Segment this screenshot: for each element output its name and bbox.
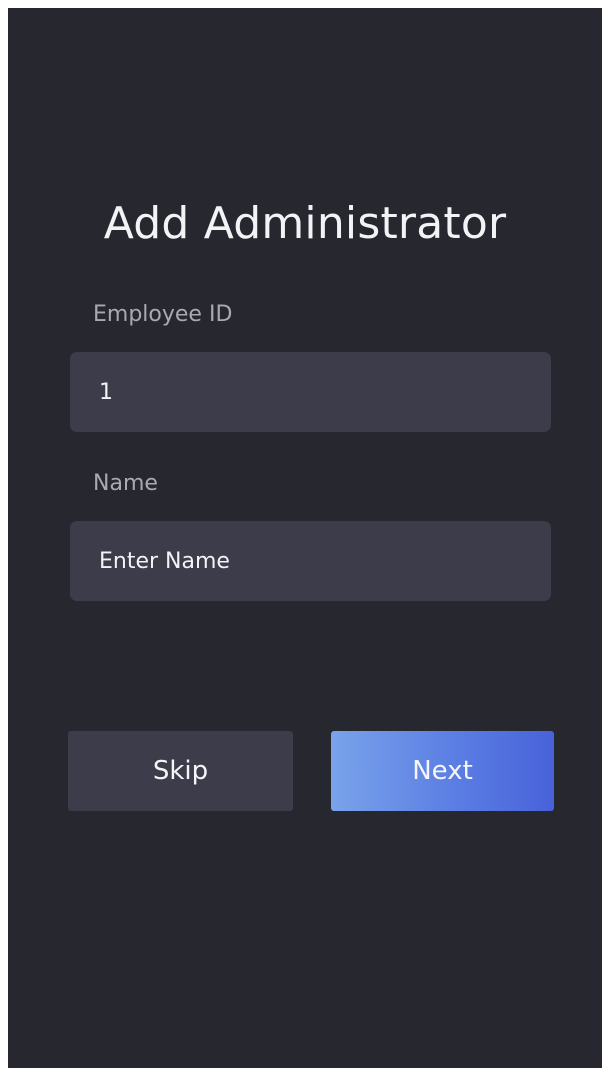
add-administrator-screen: Add Administrator Employee ID Name Skip …	[8, 8, 602, 1068]
name-label: Name	[93, 471, 158, 496]
employee-id-input[interactable]	[99, 352, 522, 432]
employee-id-label: Employee ID	[93, 302, 233, 327]
page-title: Add Administrator	[103, 198, 507, 249]
employee-id-field-container	[70, 352, 551, 432]
next-button[interactable]: Next	[331, 731, 554, 811]
skip-button[interactable]: Skip	[68, 731, 293, 811]
name-field-container	[70, 521, 551, 601]
name-input[interactable]	[99, 521, 522, 601]
